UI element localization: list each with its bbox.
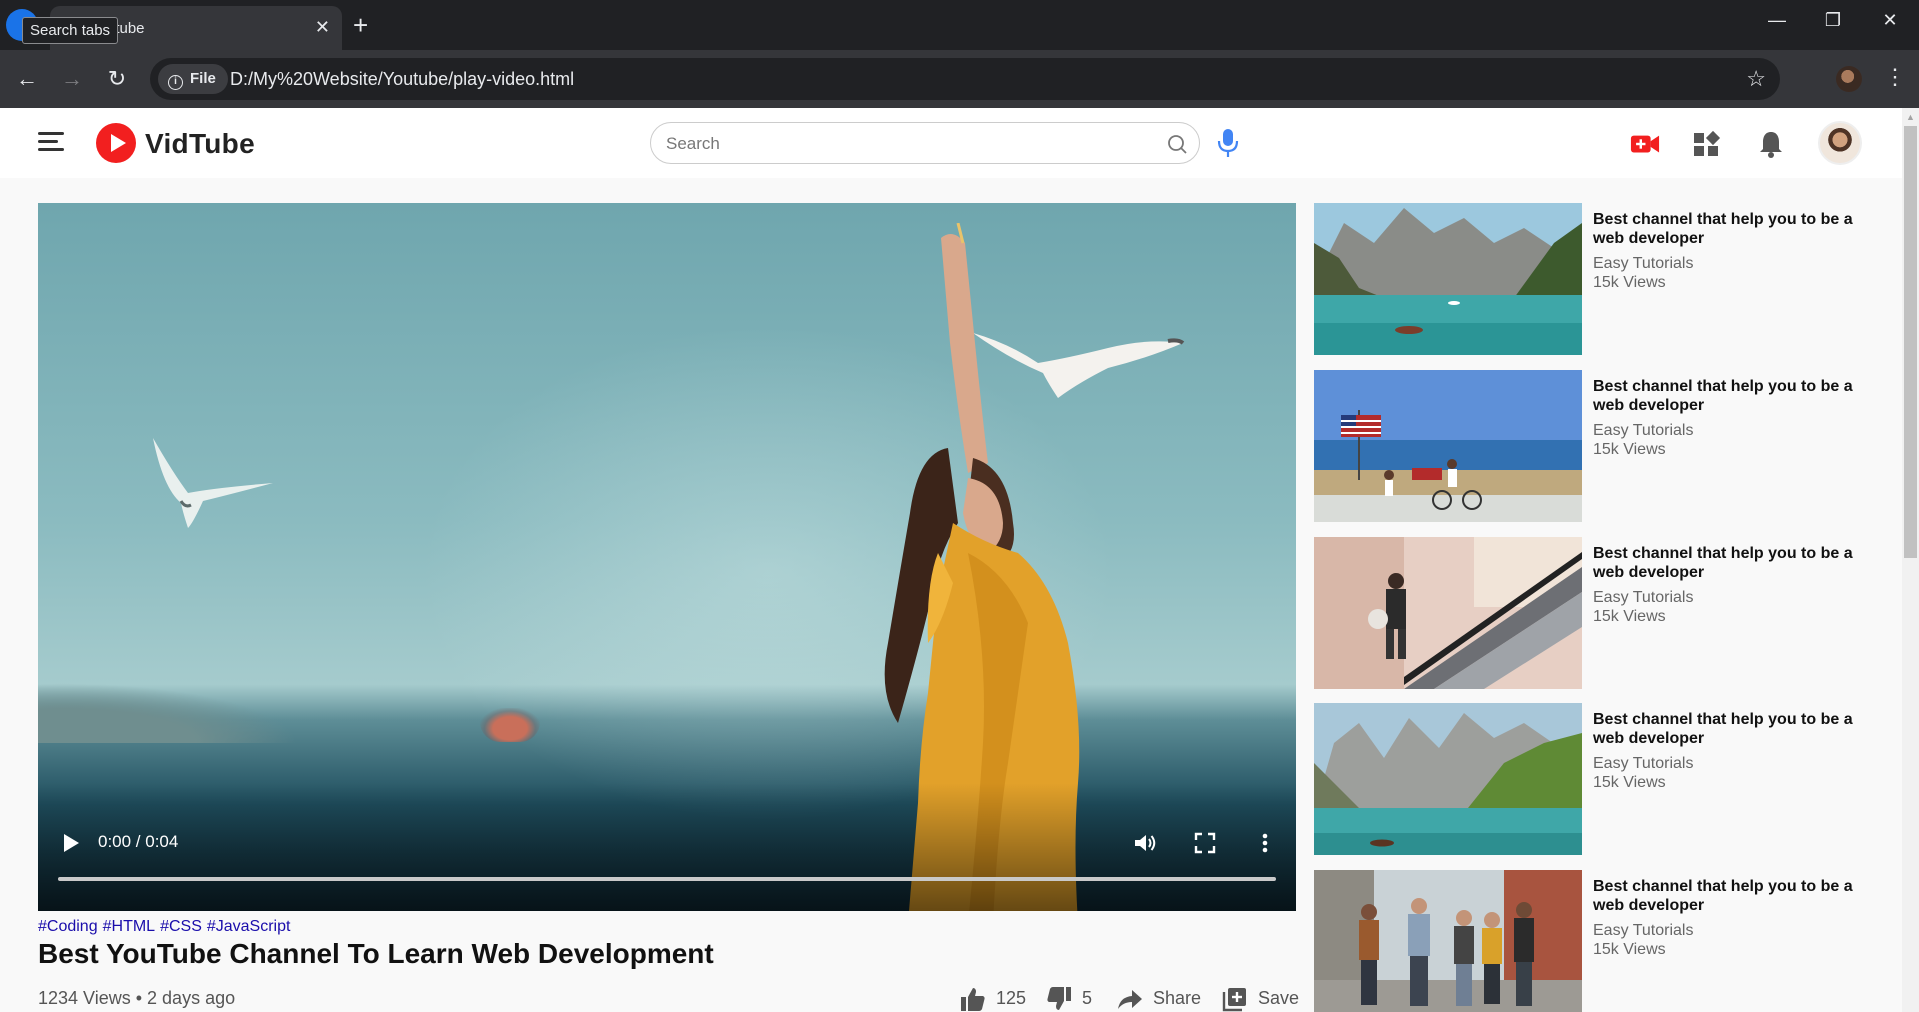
recommended-title[interactable]: Best channel that help you to be a web d… xyxy=(1593,210,1873,248)
close-window-icon[interactable]: ✕ xyxy=(1875,10,1905,31)
recommended-title[interactable]: Best channel that help you to be a web d… xyxy=(1593,544,1873,582)
video-player[interactable]: 0:00 / 0:04 xyxy=(38,203,1296,911)
dislike-button[interactable]: 5 xyxy=(1046,984,1096,1012)
play-icon[interactable] xyxy=(62,833,80,853)
recommended-video[interactable]: Best channel that help you to be a web d… xyxy=(1314,870,1874,1012)
bookmark-star-icon[interactable]: ☆ xyxy=(1746,66,1766,92)
recommended-video[interactable]: Best channel that help you to be a web d… xyxy=(1314,537,1874,689)
save-button[interactable]: Save xyxy=(1222,984,1300,1012)
recommended-video[interactable]: Best channel that help you to be a web d… xyxy=(1314,203,1874,355)
site-info-label: File xyxy=(190,70,216,87)
browser-toolbar: ← → ↻ i File D:/My%20Website/Youtube/play… xyxy=(0,50,1919,108)
site-info-chip[interactable]: i File xyxy=(158,64,228,94)
scrollbar-thumb[interactable] xyxy=(1904,126,1917,558)
video-actions: 125 5 Share Save xyxy=(960,984,1300,1012)
recommended-channel: Easy Tutorials xyxy=(1593,422,1694,439)
search-bar xyxy=(650,122,1200,164)
recommended-channel: Easy Tutorials xyxy=(1593,255,1694,272)
recommended-views: 15k Views xyxy=(1593,774,1666,791)
save-playlist-icon xyxy=(1222,988,1246,1012)
info-icon: i xyxy=(168,75,183,90)
video-time: 0:00 / 0:04 xyxy=(98,832,179,851)
user-avatar[interactable] xyxy=(1818,121,1862,165)
scroll-up-arrow-icon[interactable]: ▲ xyxy=(1906,112,1915,122)
share-icon xyxy=(1118,990,1142,1009)
thumbs-down-icon xyxy=(1047,987,1071,1010)
new-tab-button[interactable]: + xyxy=(353,10,368,40)
more-options-icon[interactable] xyxy=(1253,831,1277,855)
browser-tabstrip: Youtube ✕ Search tabs + — ❐ ✕ xyxy=(0,0,1919,50)
reload-icon[interactable]: ↻ xyxy=(102,64,132,94)
recommended-title[interactable]: Best channel that help you to be a web d… xyxy=(1593,877,1873,915)
tag-link[interactable]: #JavaScript xyxy=(207,918,291,935)
logo-play-icon[interactable] xyxy=(96,123,136,163)
web-page: VidTube Search 0:00 / 0:04 #Coding #HTML… xyxy=(0,108,1902,1012)
video-title: Best YouTube Channel To Learn Web Develo… xyxy=(38,938,714,969)
microphone-icon[interactable] xyxy=(1216,128,1240,158)
thumbnail-mountain-lake xyxy=(1314,703,1582,855)
menu-icon[interactable] xyxy=(38,132,64,152)
recommended-views: 15k Views xyxy=(1593,941,1666,958)
recommended-views: 15k Views xyxy=(1593,608,1666,625)
forward-icon[interactable]: → xyxy=(57,64,87,94)
site-navbar: VidTube xyxy=(0,108,1902,178)
share-button[interactable]: Share xyxy=(1117,984,1207,1012)
share-label: Share xyxy=(1153,988,1202,1008)
minimize-icon[interactable]: — xyxy=(1762,10,1792,31)
video-progress-bar[interactable] xyxy=(58,877,1276,881)
fullscreen-icon[interactable] xyxy=(1193,831,1217,855)
upload-video-icon[interactable] xyxy=(1630,130,1660,158)
page-scrollbar[interactable]: ▲ xyxy=(1902,108,1919,1012)
recommended-title[interactable]: Best channel that help you to be a web d… xyxy=(1593,710,1873,748)
thumbnail-flag-beach xyxy=(1314,370,1582,522)
search-input[interactable] xyxy=(666,132,1136,156)
tag-link[interactable]: #HTML xyxy=(103,918,155,935)
tooltip: Search tabs xyxy=(22,17,119,44)
distant-headland xyxy=(38,683,298,743)
back-icon[interactable]: ← xyxy=(12,64,42,94)
like-count: 125 xyxy=(996,988,1027,1008)
dislike-count: 5 xyxy=(1082,988,1093,1008)
video-tags: #Coding #HTML #CSS #JavaScript xyxy=(38,918,295,936)
distant-boat xyxy=(480,708,540,742)
video-meta: 1234 Views • 2 days ago xyxy=(38,988,236,1008)
browser-profile-avatar[interactable] xyxy=(1836,66,1862,92)
notifications-bell-icon[interactable] xyxy=(1756,130,1786,158)
address-bar[interactable]: i File D:/My%20Website/Youtube/play-video… xyxy=(150,58,1780,100)
apps-icon[interactable] xyxy=(1692,130,1722,158)
save-label: Save xyxy=(1258,988,1300,1008)
url-text: D:/My%20Website/Youtube/play-video.html xyxy=(230,69,575,89)
recommended-video[interactable]: Best channel that help you to be a web d… xyxy=(1314,370,1874,522)
recommended-video[interactable]: Best channel that help you to be a web d… xyxy=(1314,703,1874,855)
thumbnail-lake-boat xyxy=(1314,203,1582,355)
seagull-left xyxy=(153,438,273,528)
thumbs-up-icon xyxy=(961,988,985,1011)
recommended-views: 15k Views xyxy=(1593,274,1666,291)
recommended-title[interactable]: Best channel that help you to be a web d… xyxy=(1593,377,1873,415)
recommended-channel: Easy Tutorials xyxy=(1593,755,1694,772)
volume-icon[interactable] xyxy=(1133,831,1157,855)
tag-link[interactable]: #CSS xyxy=(160,918,202,935)
restore-icon[interactable]: ❐ xyxy=(1818,10,1848,31)
recommended-channel: Easy Tutorials xyxy=(1593,589,1694,606)
tag-link[interactable]: #Coding xyxy=(38,918,98,935)
tab-close-icon[interactable]: ✕ xyxy=(315,17,330,38)
like-button[interactable]: 125 xyxy=(960,984,1030,1012)
thumbnail-escalator xyxy=(1314,537,1582,689)
browser-menu-icon[interactable]: ⋮ xyxy=(1884,64,1906,90)
site-logo-text[interactable]: VidTube xyxy=(145,128,255,160)
recommended-views: 15k Views xyxy=(1593,441,1666,458)
thumbnail-street-friends xyxy=(1314,870,1582,1012)
search-icon[interactable] xyxy=(1167,134,1187,154)
recommended-channel: Easy Tutorials xyxy=(1593,922,1694,939)
